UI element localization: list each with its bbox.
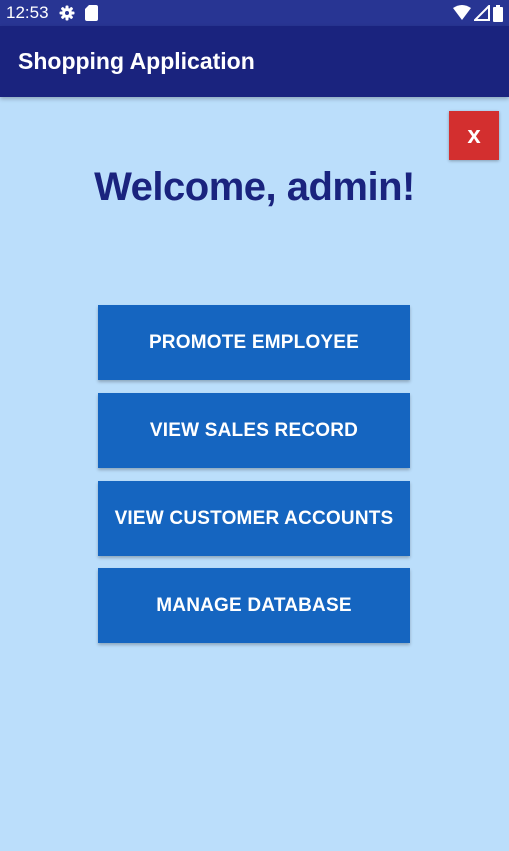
battery-icon [493, 4, 503, 22]
status-bar: 12:53 [0, 0, 509, 26]
promote-employee-label: PROMOTE EMPLOYEE [148, 331, 360, 353]
manage-database-label: MANAGE DATABASE [156, 594, 352, 616]
status-time: 12:53 [6, 3, 49, 22]
signal-icon [474, 5, 490, 21]
app-title: Shopping Application [18, 48, 255, 74]
screen: 12:53 Shopping Application x Welcome, ad… [0, 0, 509, 851]
promote-employee-button[interactable]: PROMOTE EMPLOYEE [98, 305, 410, 380]
wifi-icon [453, 5, 471, 21]
sd-card-icon [84, 5, 98, 21]
app-bar: Shopping Application [0, 26, 509, 97]
gear-icon [59, 5, 75, 21]
close-button-label: x [467, 121, 481, 149]
view-customer-accounts-label: VIEW CUSTOMER ACCOUNTS [114, 507, 394, 529]
view-sales-record-button[interactable]: VIEW SALES RECORD [98, 393, 410, 468]
close-button[interactable]: x [449, 111, 499, 160]
view-sales-record-label: VIEW SALES RECORD [149, 419, 359, 441]
view-customer-accounts-button[interactable]: VIEW CUSTOMER ACCOUNTS [98, 481, 410, 556]
status-right [453, 4, 503, 22]
status-left: 12:53 [6, 3, 98, 23]
welcome-heading: Welcome, admin! [94, 165, 415, 209]
manage-database-button[interactable]: MANAGE DATABASE [98, 568, 410, 643]
